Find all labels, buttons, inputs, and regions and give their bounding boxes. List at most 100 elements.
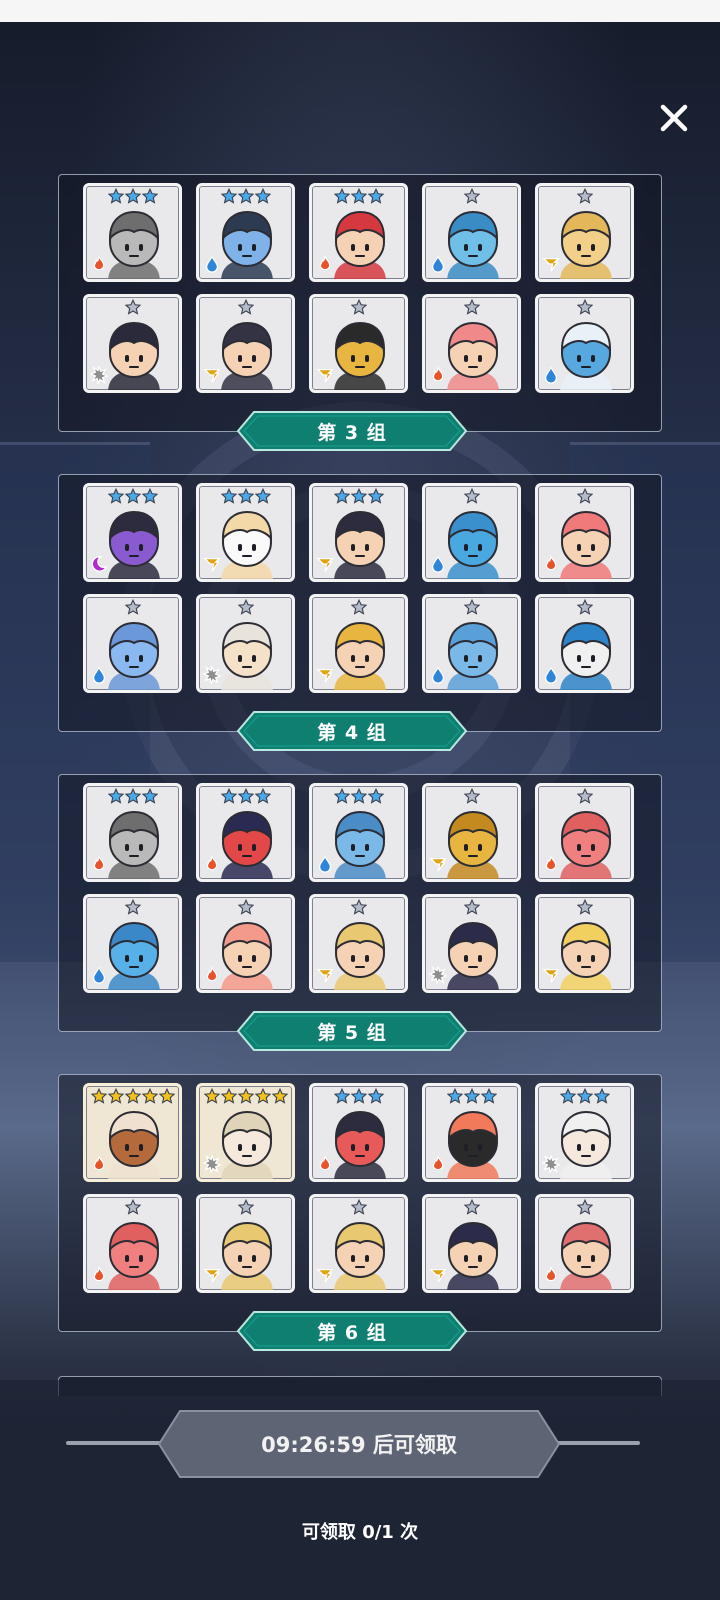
hero-card-stone-golem[interactable]: [309, 783, 408, 882]
claim-count-text: 可领取 0/1 次: [301, 1522, 419, 1543]
water-element-icon: [544, 366, 558, 384]
hero-star-rating: [425, 488, 518, 504]
fire-element-icon: [93, 1155, 105, 1171]
star-icon: [237, 488, 254, 504]
hero-card-blue-brawler[interactable]: [196, 183, 295, 282]
water-element-icon: [431, 555, 445, 573]
group-label: 第 5 组: [317, 1021, 387, 1044]
hero-card-fire-hood[interactable]: [422, 1083, 521, 1182]
hero-star-rating: [86, 899, 179, 915]
hero-star-rating: [312, 788, 405, 804]
star-icon: [463, 1088, 480, 1104]
hero-card-red-hood[interactable]: [196, 783, 295, 882]
hero-star-rating: [86, 488, 179, 504]
hero-card-treant[interactable]: [422, 783, 521, 882]
hero-star-rating: [199, 488, 292, 504]
star-icon: [124, 188, 141, 204]
star-icon: [220, 188, 237, 204]
hero-card-crown-saint[interactable]: [535, 1083, 634, 1182]
water-element-icon: [318, 855, 332, 873]
fire-element-icon: [545, 555, 557, 571]
star-icon: [367, 188, 384, 204]
star-icon: [141, 188, 158, 204]
hero-card-armored-fish[interactable]: [535, 294, 634, 393]
hero-card-gold-helmet[interactable]: [309, 1194, 408, 1293]
star-icon: [203, 1088, 220, 1104]
hero-card-dark-swordsman[interactable]: [422, 1194, 521, 1293]
hero-card-goggles-pilot[interactable]: [83, 294, 182, 393]
hero-card-armored-knight[interactable]: [83, 183, 182, 282]
star-icon: [107, 1088, 124, 1104]
star-icon: [237, 1199, 254, 1215]
hero-card-monkey-king[interactable]: [309, 483, 408, 582]
hero-card-ice-dragon[interactable]: [422, 183, 521, 282]
hero-card-fox-girl[interactable]: [196, 594, 295, 693]
hero-star-rating: [312, 1199, 405, 1215]
hero-star-rating: [425, 299, 518, 315]
hero-card-sea-spirit[interactable]: [535, 594, 634, 693]
light-element-icon: [203, 1155, 221, 1173]
hero-star-rating: [538, 1088, 631, 1104]
claim-button-label: 09:26:59 后可领取: [261, 1433, 457, 1457]
hero-star-rating: [86, 1199, 179, 1215]
hero-card-amber-golem[interactable]: [309, 294, 408, 393]
status-bar: [0, 0, 720, 22]
hero-card-red-brawler[interactable]: [309, 1083, 408, 1182]
star-icon: [350, 299, 367, 315]
hero-card-gold-helmet[interactable]: [309, 894, 408, 993]
hero-card-golden-lion[interactable]: [535, 183, 634, 282]
hero-card-white-bunny[interactable]: [196, 483, 295, 582]
gold-element-icon: [203, 557, 221, 572]
hero-star-rating: [86, 299, 179, 315]
hero-card-crown-king[interactable]: [309, 183, 408, 282]
hero-card-purple-brawler[interactable]: [83, 483, 182, 582]
hero-star-rating: [199, 299, 292, 315]
star-icon: [107, 188, 124, 204]
hero-grid: [83, 483, 634, 693]
light-element-icon: [203, 666, 221, 684]
hero-star-rating: [199, 899, 292, 915]
group-banner: 第 6 组: [236, 1310, 468, 1352]
star-icon: [350, 1088, 367, 1104]
star-icon: [141, 488, 158, 504]
hero-card-gold-helmet[interactable]: [196, 1194, 295, 1293]
hero-card-fox-fighter[interactable]: [196, 894, 295, 993]
hero-card-ribbon-girl[interactable]: [535, 483, 634, 582]
star-icon: [367, 488, 384, 504]
hero-star-rating: [312, 299, 405, 315]
gold-element-icon: [316, 968, 334, 983]
hero-card-horned-oni[interactable]: [535, 1194, 634, 1293]
fire-element-icon: [93, 1266, 105, 1282]
hero-card-pink-skull[interactable]: [83, 1194, 182, 1293]
hero-card-pink-rabbit[interactable]: [422, 294, 521, 393]
gold-element-icon: [542, 257, 560, 272]
gold-element-icon: [542, 968, 560, 983]
close-button[interactable]: [652, 96, 696, 140]
hero-card-blue-spiky[interactable]: [422, 483, 521, 582]
fire-element-icon: [206, 855, 218, 871]
hero-card-tribal-mask[interactable]: [83, 1083, 182, 1182]
hero-card-blue-cat[interactable]: [83, 894, 182, 993]
hero-card-dark-swordsman[interactable]: [422, 894, 521, 993]
star-icon: [333, 188, 350, 204]
hero-card-maid-girl[interactable]: [196, 1083, 295, 1182]
hero-card-blue-ghost[interactable]: [83, 594, 182, 693]
hero-card-armored-knight[interactable]: [83, 783, 182, 882]
hero-card-shield-warrior[interactable]: [196, 294, 295, 393]
hero-card-ram-princess[interactable]: [535, 894, 634, 993]
group-panel: [58, 774, 662, 1032]
hero-card-pink-skull[interactable]: [535, 783, 634, 882]
star-icon: [141, 1088, 158, 1104]
group-panel: [58, 1074, 662, 1332]
water-element-icon: [544, 666, 558, 684]
hero-card-moai-head[interactable]: [422, 594, 521, 693]
star-icon: [333, 488, 350, 504]
claim-button[interactable]: 09:26:59 后可领取: [158, 1410, 560, 1478]
star-icon: [350, 188, 367, 204]
hero-card-witch-girl[interactable]: [309, 594, 408, 693]
hero-star-rating: [86, 599, 179, 615]
star-icon: [220, 1088, 237, 1104]
star-icon: [124, 1199, 141, 1215]
hero-star-rating: [538, 1199, 631, 1215]
hero-star-rating: [312, 488, 405, 504]
